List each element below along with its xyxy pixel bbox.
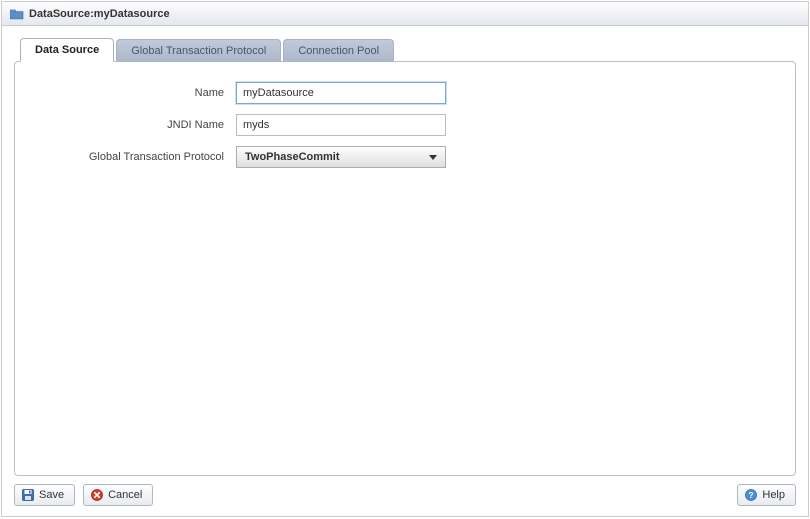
tab-connection-pool[interactable]: Connection Pool: [283, 39, 394, 62]
help-icon: ?: [744, 488, 758, 502]
tab-label: Connection Pool: [298, 45, 379, 57]
button-label: Help: [762, 489, 785, 501]
row-name: Name: [31, 82, 779, 104]
label-name: Name: [31, 87, 236, 99]
tab-strip: Data Source Global Transaction Protocol …: [14, 38, 796, 62]
tab-data-source[interactable]: Data Source: [20, 38, 114, 62]
button-label: Cancel: [108, 489, 142, 501]
name-field[interactable]: [236, 82, 446, 104]
row-jndi: JNDI Name: [31, 114, 779, 136]
form-panel: Name JNDI Name Global Transaction Protoc…: [14, 61, 796, 476]
svg-text:?: ?: [749, 491, 754, 500]
window-title: DataSource:myDatasource: [29, 8, 170, 20]
chevron-down-icon: [429, 155, 437, 160]
label-protocol: Global Transaction Protocol: [31, 151, 236, 163]
content-area: Data Source Global Transaction Protocol …: [2, 26, 808, 476]
save-button[interactable]: Save: [14, 484, 75, 506]
cancel-button[interactable]: Cancel: [83, 484, 153, 506]
titlebar: DataSource:myDatasource: [2, 2, 808, 26]
save-icon: [21, 488, 35, 502]
button-label: Save: [39, 489, 64, 501]
select-value: TwoPhaseCommit: [245, 151, 340, 163]
window-frame: DataSource:myDatasource Data Source Glob…: [1, 1, 809, 517]
tab-global-transaction-protocol[interactable]: Global Transaction Protocol: [116, 39, 281, 62]
global-transaction-protocol-select[interactable]: TwoPhaseCommit: [236, 146, 446, 168]
button-group-left: Save Cancel: [14, 484, 153, 506]
tab-label: Global Transaction Protocol: [131, 45, 266, 57]
row-protocol: Global Transaction Protocol TwoPhaseComm…: [31, 146, 779, 168]
bottom-bar: Save Cancel ? Help: [2, 476, 808, 516]
jndi-name-field[interactable]: [236, 114, 446, 136]
folder-icon: [10, 8, 24, 20]
cancel-icon: [90, 488, 104, 502]
label-jndi: JNDI Name: [31, 119, 236, 131]
help-button[interactable]: ? Help: [737, 484, 796, 506]
tab-label: Data Source: [35, 44, 99, 56]
